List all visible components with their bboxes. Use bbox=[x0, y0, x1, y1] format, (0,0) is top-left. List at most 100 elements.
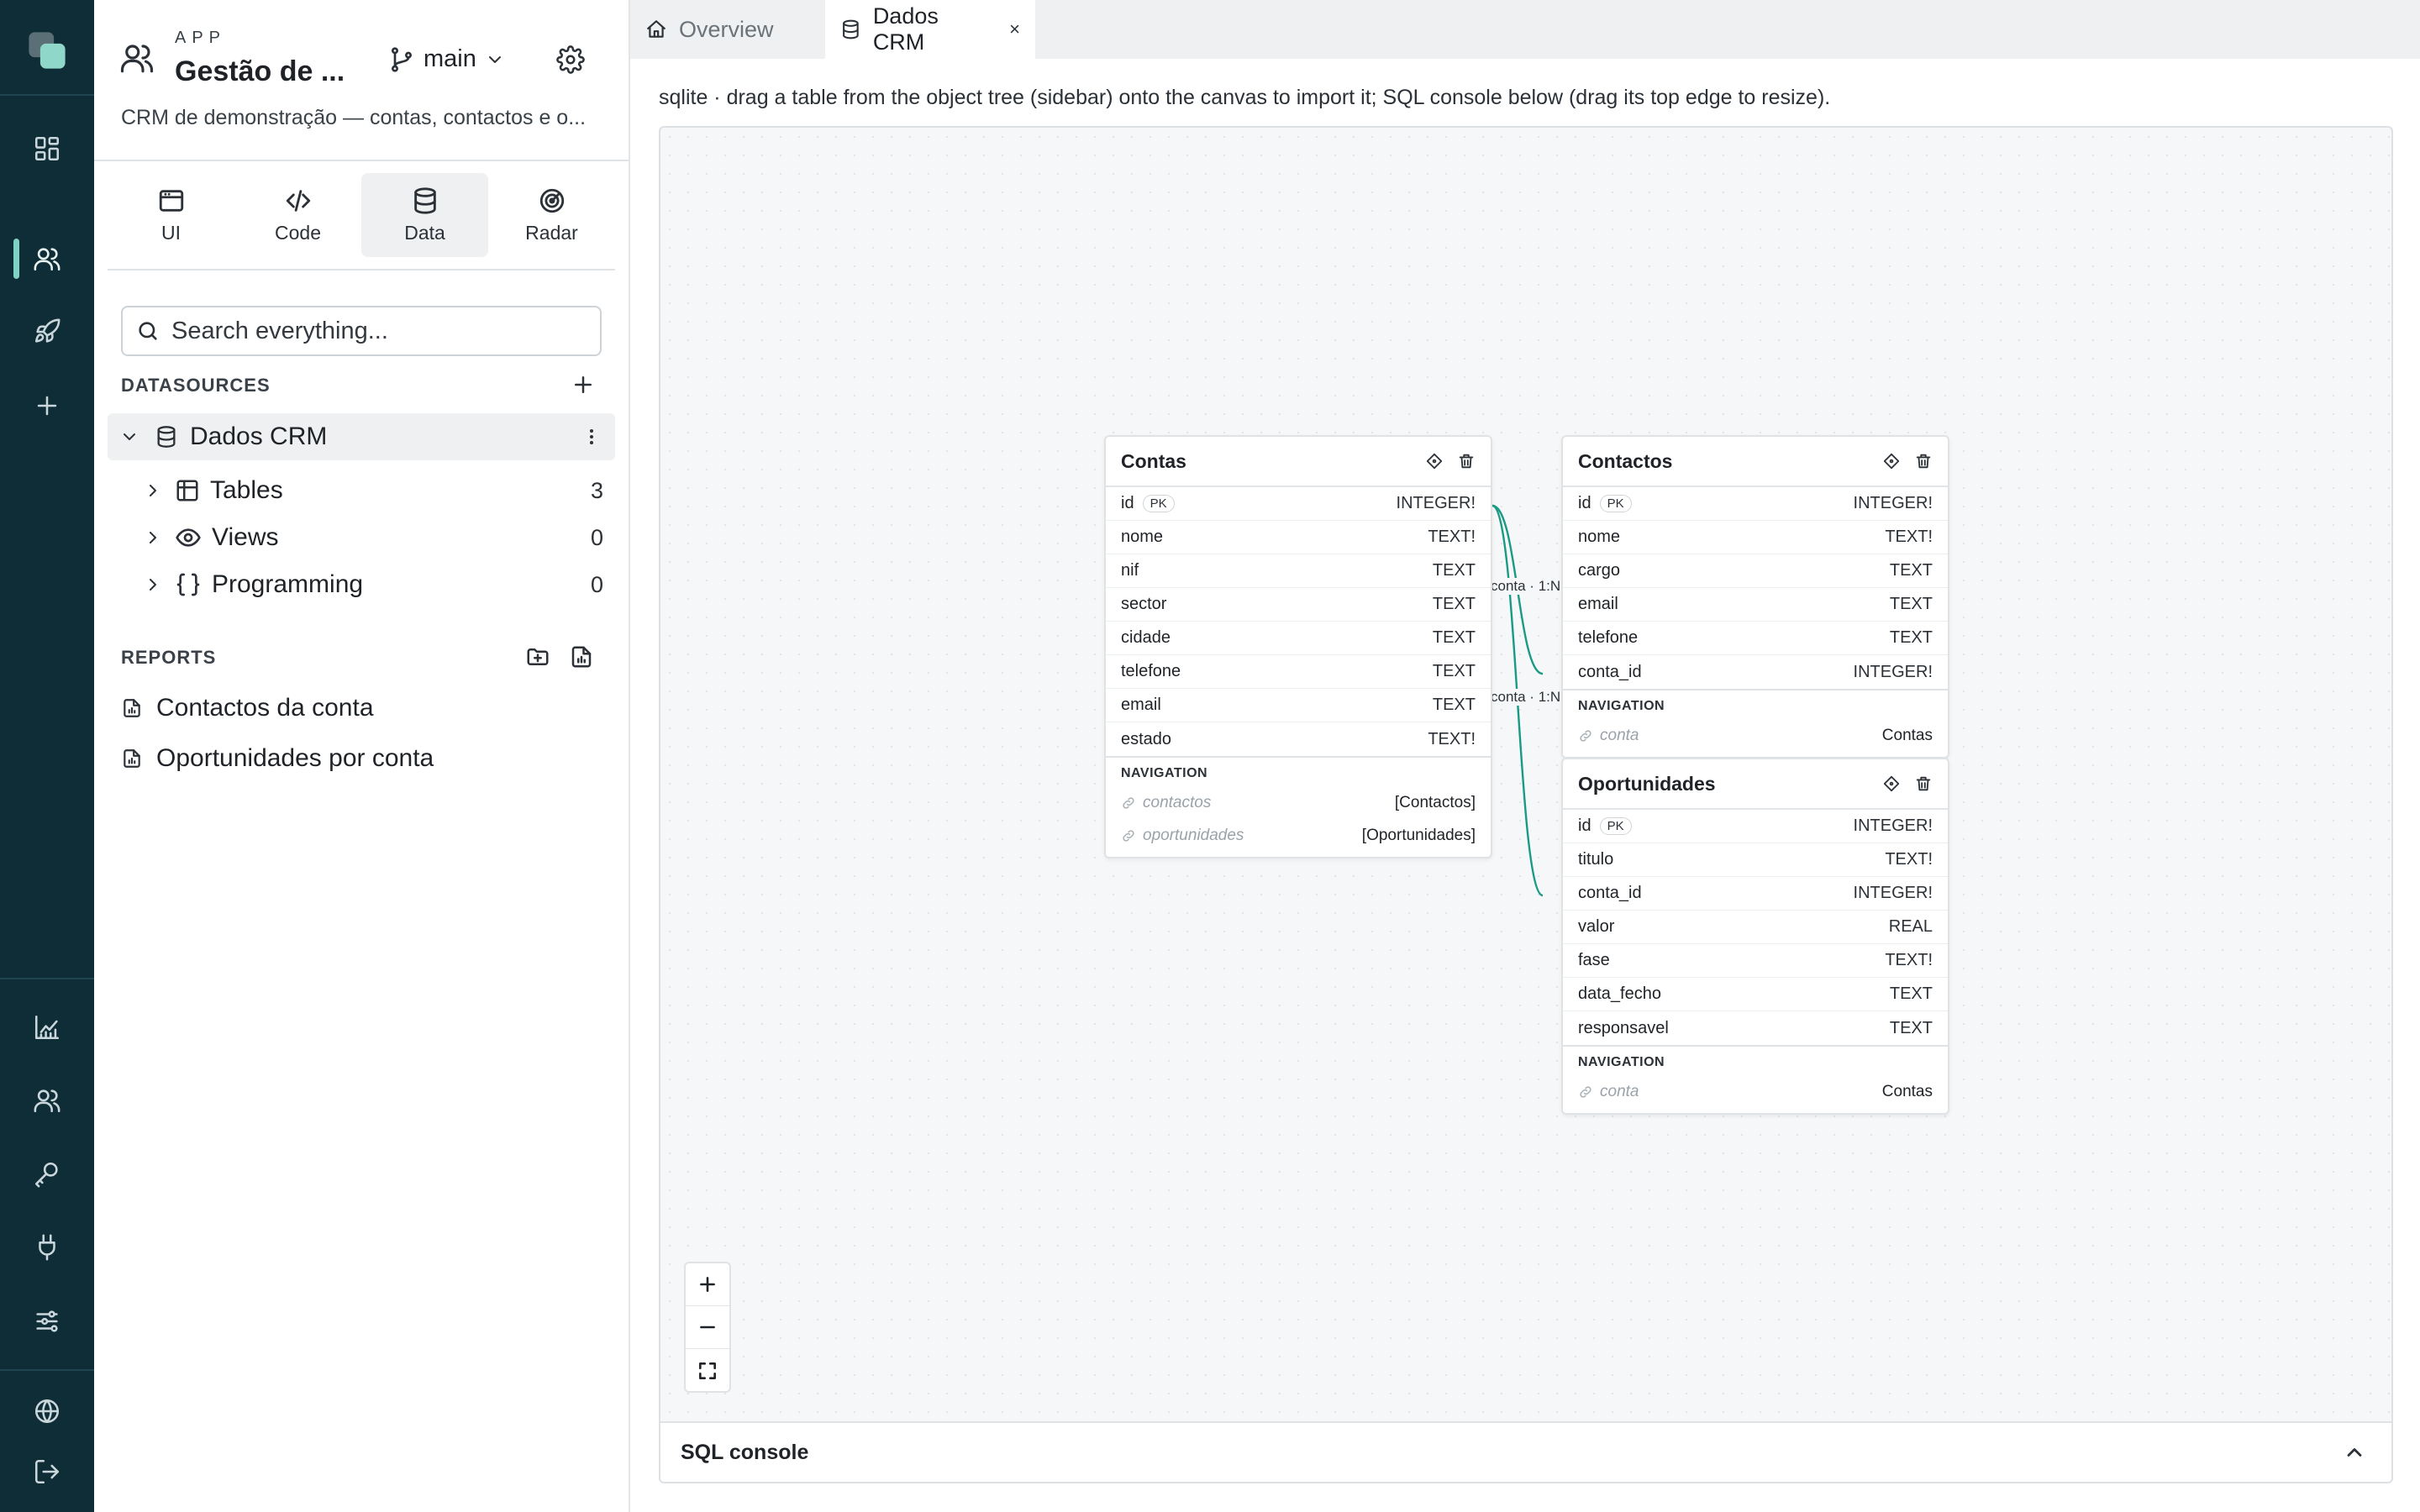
search-input[interactable] bbox=[171, 317, 575, 345]
trash-icon[interactable] bbox=[1914, 774, 1933, 793]
branch-selector[interactable]: main bbox=[388, 45, 505, 73]
relation-links bbox=[1491, 504, 1544, 897]
tree-item-tables[interactable]: Tables 3 bbox=[133, 469, 615, 512]
mode-radar[interactable]: Radar bbox=[488, 173, 615, 257]
settings-button[interactable] bbox=[556, 45, 585, 74]
report-item[interactable]: Oportunidades por conta bbox=[121, 736, 602, 781]
column-row[interactable]: email TEXT bbox=[1106, 689, 1491, 722]
chevron-up-icon[interactable] bbox=[2343, 1441, 2366, 1464]
column-name: responsavel bbox=[1578, 1018, 1669, 1037]
locate-icon[interactable] bbox=[1882, 452, 1901, 470]
mode-code[interactable]: Code bbox=[234, 173, 361, 257]
close-tab-icon[interactable]: × bbox=[1009, 18, 1020, 40]
minus-icon bbox=[700, 1326, 715, 1329]
new-report-folder-button[interactable] bbox=[523, 642, 553, 672]
column-row[interactable]: cidade TEXT bbox=[1106, 622, 1491, 655]
logout-icon[interactable] bbox=[0, 1445, 94, 1499]
column-row[interactable]: data_fecho TEXT bbox=[1563, 978, 1948, 1011]
chevron-right-icon[interactable] bbox=[143, 528, 163, 548]
trash-icon[interactable] bbox=[1914, 452, 1933, 470]
er-canvas[interactable]: conta · 1:N conta · 1:N Contas id PK INTEG… bbox=[659, 126, 2393, 1483]
globe-icon[interactable] bbox=[0, 1384, 94, 1438]
column-row[interactable]: conta_id INTEGER! bbox=[1563, 655, 1948, 689]
navigation-row[interactable]: conta Contas bbox=[1578, 1075, 1933, 1108]
plus-icon bbox=[700, 1277, 715, 1292]
table-card-oportunidades[interactable]: Oportunidades id PK INTEGER! titulo TEXT! c… bbox=[1561, 758, 1949, 1115]
navigation-row[interactable]: oportunidades [Oportunidades] bbox=[1121, 819, 1476, 852]
plug-icon[interactable] bbox=[0, 1221, 94, 1274]
column-row[interactable]: valor REAL bbox=[1563, 911, 1948, 944]
app-title[interactable]: Gestão de ... bbox=[175, 55, 345, 88]
column-name: email bbox=[1578, 595, 1618, 613]
rocket-icon[interactable] bbox=[0, 305, 94, 359]
column-row[interactable]: telefone TEXT bbox=[1563, 622, 1948, 655]
navigation-row[interactable]: contactos [Contactos] bbox=[1121, 786, 1476, 819]
column-name: conta_id bbox=[1578, 884, 1642, 902]
chevron-right-icon[interactable] bbox=[143, 575, 163, 595]
column-row[interactable]: cargo TEXT bbox=[1563, 554, 1948, 588]
column-row[interactable]: titulo TEXT! bbox=[1563, 843, 1948, 877]
table-header[interactable]: Contas bbox=[1106, 437, 1491, 487]
column-name: nif bbox=[1121, 561, 1139, 580]
locate-icon[interactable] bbox=[1882, 774, 1901, 793]
app-label: APP bbox=[175, 29, 227, 47]
mode-data[interactable]: Data bbox=[361, 173, 488, 257]
column-row[interactable]: id PK INTEGER! bbox=[1563, 810, 1948, 843]
dashboard-icon[interactable] bbox=[0, 122, 94, 176]
people-icon[interactable] bbox=[0, 1074, 94, 1127]
column-type: TEXT bbox=[1432, 595, 1476, 613]
mode-ui[interactable]: UI bbox=[108, 173, 234, 257]
tab-overview[interactable]: Overview bbox=[630, 0, 823, 59]
add-datasource-button[interactable] bbox=[568, 370, 598, 400]
chevron-right-icon[interactable] bbox=[143, 480, 163, 501]
column-type: TEXT! bbox=[1428, 528, 1476, 546]
zoom-in-button[interactable] bbox=[686, 1263, 729, 1306]
logo-icon[interactable] bbox=[0, 17, 94, 84]
more-vertical-icon[interactable] bbox=[581, 427, 602, 447]
users-icon[interactable] bbox=[0, 232, 94, 286]
sql-console-bar[interactable]: SQL console bbox=[660, 1421, 2391, 1482]
sliders-icon[interactable] bbox=[0, 1294, 94, 1348]
key-icon[interactable] bbox=[0, 1147, 94, 1201]
table-card-contactos[interactable]: Contactos id PK INTEGER! nome TEXT! cargo TE… bbox=[1561, 435, 1949, 759]
locate-icon[interactable] bbox=[1425, 452, 1444, 470]
column-row[interactable]: id PK INTEGER! bbox=[1106, 487, 1491, 521]
column-row[interactable]: telefone TEXT bbox=[1106, 655, 1491, 689]
tree-item-programming[interactable]: Programming 0 bbox=[133, 563, 615, 606]
pk-badge: PK bbox=[1142, 495, 1175, 512]
tab-dados-crm[interactable]: Dados CRM × bbox=[825, 0, 1035, 59]
column-row[interactable]: id PK INTEGER! bbox=[1563, 487, 1948, 521]
column-row[interactable]: sector TEXT bbox=[1106, 588, 1491, 622]
link-icon bbox=[1123, 796, 1134, 809]
database-icon bbox=[843, 19, 859, 39]
column-row[interactable]: email TEXT bbox=[1563, 588, 1948, 622]
chevron-down-icon[interactable] bbox=[119, 427, 139, 447]
column-type: TEXT bbox=[1432, 696, 1476, 714]
column-row[interactable]: nome TEXT! bbox=[1106, 521, 1491, 554]
trash-icon[interactable] bbox=[1457, 452, 1476, 470]
table-card-contas[interactable]: Contas id PK INTEGER! nome TEXT! nif TEXT se… bbox=[1104, 435, 1492, 858]
datasource-item[interactable]: Dados CRM bbox=[108, 413, 615, 460]
column-row[interactable]: conta_id INTEGER! bbox=[1563, 877, 1948, 911]
table-header[interactable]: Contactos bbox=[1563, 437, 1948, 487]
table-header[interactable]: Oportunidades bbox=[1563, 759, 1948, 810]
fit-view-button[interactable] bbox=[686, 1349, 729, 1392]
new-report-button[interactable] bbox=[566, 642, 597, 672]
chart-icon[interactable] bbox=[0, 1000, 94, 1054]
column-row[interactable]: nif TEXT bbox=[1106, 554, 1491, 588]
navigation-name: oportunidades bbox=[1143, 826, 1244, 844]
column-row[interactable]: responsavel TEXT bbox=[1563, 1011, 1948, 1045]
zoom-out-button[interactable] bbox=[686, 1306, 729, 1349]
modes-divider bbox=[108, 269, 615, 270]
column-row[interactable]: estado TEXT! bbox=[1106, 722, 1491, 756]
tree-item-views[interactable]: Views 0 bbox=[133, 516, 615, 559]
plus-icon[interactable] bbox=[0, 379, 94, 433]
column-type: TEXT! bbox=[1885, 951, 1933, 969]
column-row[interactable]: fase TEXT! bbox=[1563, 944, 1948, 978]
column-row[interactable]: nome TEXT! bbox=[1563, 521, 1948, 554]
navigation-row[interactable]: conta Contas bbox=[1578, 719, 1933, 752]
app-description: CRM de demonstração — contas, contactos … bbox=[121, 106, 587, 129]
report-item[interactable]: Contactos da conta bbox=[121, 685, 602, 731]
navigation-target: [Oportunidades] bbox=[1361, 826, 1476, 844]
relation-label: conta · 1:N bbox=[1491, 689, 1561, 706]
